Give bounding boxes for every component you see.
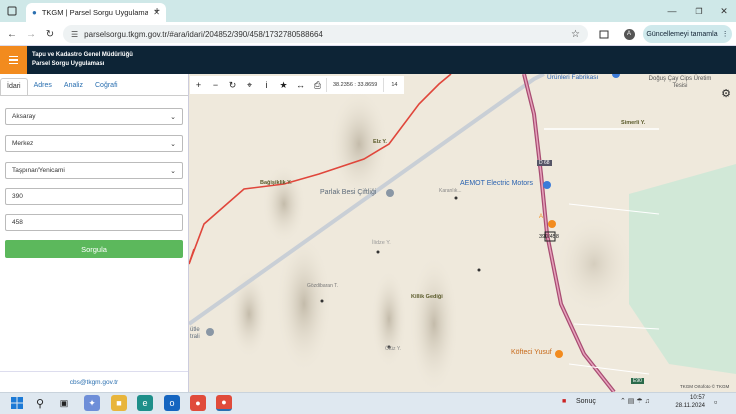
minimize-icon[interactable]: — [665,4,679,18]
map-view[interactable]: Ürünleri Fabrikası Doğuş Çay Cips Üretim… [189,74,736,392]
back-icon[interactable]: ← [5,27,19,41]
notification-icon[interactable]: ▫ [714,397,717,407]
map-toolbar: + − ↻ ⌖ i ★ ↔ ⎙ 38.2356 : 33.8659 14 [190,76,405,94]
query-button[interactable]: Sorgula [5,240,183,258]
map-label-kofteci: Köfteci Yusuf [511,349,552,356]
block-value: 390 [12,193,23,200]
chrome-icon[interactable]: ● [190,395,206,411]
address-bar[interactable]: ☰ parselsorgu.tkgm.gov.tr/#ara/idari/204… [63,25,588,43]
weather-badge-icon: ■ [562,398,567,405]
tab-cografi[interactable]: Coğrafi [89,78,124,96]
task-view-icon[interactable]: ▣ [56,395,72,411]
province-value: Aksaray [12,113,36,120]
chevron-down-icon: ⌄ [170,140,176,148]
map-label-bagisiklik: Bağişiklik Y. [260,180,292,186]
refresh-icon[interactable]: ↻ [224,76,241,94]
district-select[interactable]: Merkez ⌄ [5,135,183,152]
map-label-karanlik: Karanlık... [439,188,462,194]
locate-icon[interactable]: ⌖ [241,76,258,94]
tab-title: TKGM | Parsel Sorgu Uygulaması [41,8,149,17]
tab-search-icon[interactable] [5,4,19,18]
tab-idari[interactable]: İdari [0,78,28,96]
app-title-line1: Tapu ve Kadastro Genel Müdürlüğü [32,52,133,58]
copilot-icon[interactable]: ✦ [84,395,100,411]
app-title: Tapu ve Kadastro Genel Müdürlüğü Parsel … [32,51,133,69]
browser-tab[interactable]: ● TKGM | Parsel Sorgu Uygulaması ✕ [26,3,166,22]
maximize-icon[interactable]: ❐ [692,4,706,18]
district-value: Merkez [12,140,34,147]
map-label-factory: Ürünleri Fabrikası [547,74,599,81]
clock-time: 10:57 [689,395,705,401]
map-label-dutle: ütle trali [190,327,200,340]
hamburger-menu-button[interactable] [0,46,27,74]
clock[interactable]: 10:57 28.11.2024 [675,394,705,410]
windows-start-icon[interactable] [9,395,25,411]
tab-adres[interactable]: Adres [28,78,58,96]
site-info-icon[interactable]: ☰ [71,30,78,39]
query-panel: İdari Adres Analiz Coğrafi Aksaray ⌄ Mer… [0,74,189,392]
file-explorer-icon[interactable]: ■ [111,395,127,411]
weather-text[interactable]: Sonuç [576,398,596,405]
zoom-level-readout: 14 [391,82,398,88]
url-text: parselsorgu.tkgm.gov.tr/#ara/idari/20485… [84,29,323,39]
map-label-ilidze: İlidze Y. [372,240,391,246]
chevron-down-icon: ⌄ [170,113,176,121]
search-icon[interactable]: ⚲ [32,395,48,411]
zoom-in-icon[interactable]: + [190,76,207,94]
system-tray-icons[interactable]: ⌃ ▤ ☂ ♫ [620,397,650,405]
more-menu-icon: ⋮ [721,31,729,38]
coordinate-readout: 38.2356 : 33.8659 [326,78,385,92]
neighborhood-select[interactable]: Taşpınar/Yenicami ⌄ [5,162,183,179]
parcel-value: 458 [12,219,23,226]
favorite-star-icon[interactable]: ★ [275,76,292,94]
new-tab-icon[interactable]: + [150,4,164,18]
extensions-icon[interactable] [597,27,611,41]
map-label-gozdibaran: Gözdibaran T. [307,283,339,289]
chrome-active-icon[interactable]: ● [216,395,232,411]
map-label-cotla: Ötüz Y. [385,346,401,352]
map-label-aemot: AEMOT Electric Motors [460,180,533,187]
map-label-elz: Elz Y. [373,139,387,145]
outlook-icon[interactable]: o [164,395,180,411]
info-icon[interactable]: i [258,76,275,94]
measure-icon[interactable]: ↔ [292,76,309,94]
profile-initial: A [623,28,635,40]
map-label-killik: Killik Gediği [411,294,443,300]
app-title-line2: Parsel Sorgu Uygulaması [32,61,105,67]
block-input[interactable]: 390 [5,188,183,205]
update-button[interactable]: Güncellemeyi tamamla ⋮ [643,25,732,43]
province-select[interactable]: Aksaray ⌄ [5,108,183,125]
map-label-simerli: Simerli Y. [621,120,646,126]
tabs-divider [0,95,188,96]
clock-date: 28.11.2024 [675,403,705,409]
gear-icon[interactable]: ⚙ [719,86,733,100]
panel-tabs: İdari Adres Analiz Coğrafi [0,78,124,96]
map-label-parlak: Parlak Besi Çiftliği [320,189,377,196]
update-label: Güncellemeyi tamamla [646,30,718,38]
tab-analiz[interactable]: Analiz [58,78,89,96]
map-pin-label: A [539,214,544,220]
print-icon[interactable]: ⎙ [309,76,326,94]
map-label-dogus: Doğuş Çay Cips Üretim Tesisi [648,76,712,89]
edge-icon[interactable]: e [137,395,153,411]
reload-icon[interactable]: ↻ [43,27,57,41]
road-badge-e90: E90 [631,378,644,384]
forward-icon[interactable]: → [24,27,38,41]
parcel-input[interactable]: 458 [5,214,183,231]
neighborhood-value: Taşpınar/Yenicami [12,167,65,174]
footer-email-link[interactable]: cbs@tkgm.gov.tr [0,371,188,392]
parcel-label: 390/458 [539,234,559,240]
road-badge-d68: D 68 [537,160,552,166]
map-attribution: TKGM Ortofoto © TKGM [680,384,730,389]
close-window-icon[interactable]: ✕ [717,4,731,18]
bookmark-star-icon[interactable]: ☆ [571,29,580,40]
chevron-down-icon: ⌄ [170,167,176,175]
profile-avatar[interactable]: A [622,27,636,41]
map-canvas [189,74,736,392]
browser-tab-bar: ● TKGM | Parsel Sorgu Uygulaması ✕ + — ❐… [0,0,736,22]
zoom-out-icon[interactable]: − [207,76,224,94]
location-pin-icon: ● [32,8,37,17]
